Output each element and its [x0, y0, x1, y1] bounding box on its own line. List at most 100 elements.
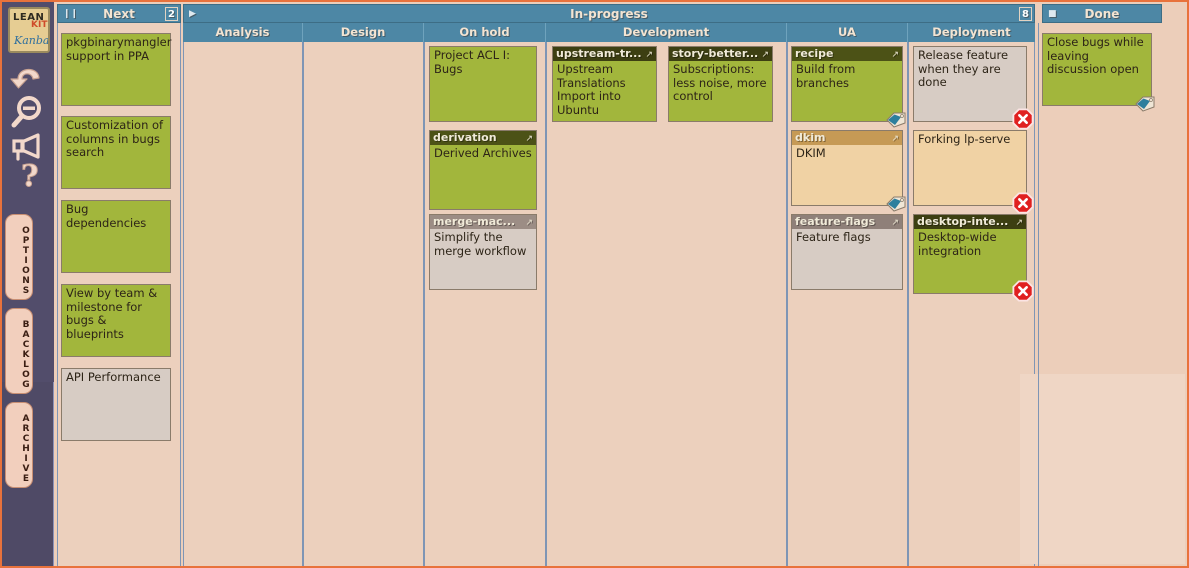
card-body: Subscriptions: less noise, more control [673, 62, 767, 103]
card-body: Simplify the merge workflow [434, 230, 527, 258]
card-title: upstream-tr... [556, 47, 642, 60]
card-header[interactable]: recipe ↗ [792, 47, 902, 61]
card-title: derivation [433, 131, 497, 144]
card-title: merge-mac... [433, 215, 516, 228]
card-recipe[interactable]: recipe ↗ Build from branches [791, 46, 906, 128]
card-header[interactable]: merge-mac... ↗ [430, 215, 536, 229]
sidebar-tab-archive[interactable]: ARCHIVE [5, 402, 33, 488]
logo-kanban-text: Kanban [14, 34, 50, 47]
card-body: Build from branches [796, 62, 856, 90]
lane-stop-icon[interactable]: ■ [1048, 9, 1057, 19]
card-customization-columns[interactable]: Customization of columns in bugs search [61, 116, 171, 189]
tag-icon[interactable] [885, 194, 907, 212]
card-title: desktop-inte... [917, 215, 1009, 228]
svg-text:?: ? [21, 159, 39, 194]
logo-kit-text: KIT [31, 20, 48, 30]
card-body: Bug dependencies [66, 202, 147, 230]
card-derivation[interactable]: derivation ↗ Derived Archives [429, 130, 537, 210]
external-link-icon[interactable]: ↗ [891, 132, 899, 145]
card-forking-lp-serve[interactable]: Forking lp-serve [913, 130, 1034, 214]
column-header-deployment[interactable]: Deployment [908, 23, 1035, 42]
card-header[interactable]: dkim ↗ [792, 131, 902, 145]
lane-title-done: Done [1084, 7, 1120, 21]
lane-pause-icon[interactable]: ❙❙ [63, 9, 78, 19]
card-title: feature-flags [795, 215, 876, 228]
card-body: API Performance [66, 370, 161, 384]
lane-title-inprogress: In-progress [570, 7, 648, 21]
lane-badge-next: 2 [165, 7, 178, 21]
external-link-icon[interactable]: ↗ [891, 216, 899, 229]
blocked-icon[interactable] [1012, 108, 1034, 130]
card-body: Upstream Translations Import into Ubuntu [557, 62, 626, 117]
column-body-analysis [183, 42, 303, 566]
kanban-board-app: LEAN KIT Kanban [0, 0, 1189, 568]
card-title: recipe [795, 47, 834, 60]
help-icon[interactable]: ? [8, 154, 48, 195]
card-feature-flags[interactable]: feature-flags ↗ Feature flags [791, 214, 903, 290]
tag-icon[interactable] [885, 110, 907, 128]
card-body: Project ACL I: Bugs [434, 48, 511, 76]
card-header[interactable]: desktop-inte... ↗ [914, 215, 1026, 229]
column-header-ua[interactable]: UA [787, 23, 908, 42]
sidebar-tab-backlog-label: BACKLOG [21, 319, 31, 390]
external-link-icon[interactable]: ↗ [525, 132, 533, 145]
card-body: DKIM [796, 146, 826, 160]
card-close-bugs[interactable]: Close bugs while leaving discussion open [1042, 33, 1155, 112]
lane-header-inprogress[interactable]: ▶ In-progress 8 [183, 4, 1035, 23]
column-header-design[interactable]: Design [303, 23, 424, 42]
tag-icon[interactable] [1134, 94, 1156, 112]
card-title: story-better... [672, 47, 759, 60]
card-body: Feature flags [796, 230, 871, 244]
lane-header-done[interactable]: ■ Done [1042, 4, 1162, 23]
card-release-feature[interactable]: Release feature when they are done [913, 46, 1034, 130]
card-body: Forking lp-serve [918, 132, 1011, 146]
external-link-icon[interactable]: ↗ [525, 216, 533, 229]
column-header-deployment-label: Deployment [932, 25, 1011, 39]
card-view-by-team[interactable]: View by team & milestone for bugs & blue… [61, 284, 171, 357]
blocked-icon[interactable] [1012, 192, 1034, 214]
column-header-onhold-label: On hold [459, 25, 510, 39]
left-rail: LEAN KIT Kanban [2, 2, 54, 566]
card-header[interactable]: story-better... ↗ [669, 47, 772, 61]
card-story-better-subscriptions[interactable]: story-better... ↗ Subscriptions: less no… [668, 46, 773, 122]
external-link-icon[interactable]: ↗ [645, 48, 653, 61]
card-header[interactable]: upstream-tr... ↗ [553, 47, 656, 61]
card-dkim[interactable]: dkim ↗ DKIM [791, 130, 906, 212]
card-body: Release feature when they are done [918, 48, 1009, 89]
lane-header-next[interactable]: ❙❙ Next 2 [57, 4, 181, 23]
external-link-icon[interactable]: ↗ [891, 48, 899, 61]
column-header-design-label: Design [340, 25, 386, 39]
column-header-analysis-label: Analysis [215, 25, 270, 39]
lane-badge-inprogress: 8 [1019, 7, 1032, 21]
card-body: Customization of columns in bugs search [66, 118, 164, 159]
card-project-acl-bugs[interactable]: Project ACL I: Bugs [429, 46, 537, 122]
card-body: pkgbinarymangler support in PPA [66, 35, 172, 63]
leankit-logo[interactable]: LEAN KIT Kanban [8, 7, 50, 53]
card-api-performance[interactable]: API Performance [61, 368, 171, 441]
column-body-design [303, 42, 424, 566]
external-link-icon[interactable]: ↗ [1015, 216, 1023, 229]
sidebar-tab-options[interactable]: OPTIONS [5, 214, 33, 300]
card-body: Derived Archives [434, 146, 532, 160]
card-pkgbinarymangler[interactable]: pkgbinarymangler support in PPA [61, 33, 171, 106]
column-header-onhold[interactable]: On hold [424, 23, 546, 42]
card-bug-dependencies[interactable]: Bug dependencies [61, 200, 171, 273]
column-header-ua-label: UA [838, 25, 856, 39]
undo-icon[interactable] [8, 57, 48, 97]
column-header-analysis[interactable]: Analysis [183, 23, 303, 42]
lane-collapse-icon[interactable]: ▶ [189, 9, 196, 19]
card-body: View by team & milestone for bugs & blue… [66, 286, 158, 341]
sidebar-tab-backlog[interactable]: BACKLOG [5, 308, 33, 394]
card-desktop-integration[interactable]: desktop-inte... ↗ Desktop-wide integrati… [913, 214, 1034, 302]
external-link-icon[interactable]: ↗ [761, 48, 769, 61]
card-body: Desktop-wide integration [918, 230, 997, 258]
card-body: Close bugs while leaving discussion open [1047, 35, 1144, 76]
blocked-icon[interactable] [1012, 280, 1034, 302]
column-header-development[interactable]: Development [546, 23, 787, 42]
card-merge-machine[interactable]: merge-mac... ↗ Simplify the merge workfl… [429, 214, 537, 290]
card-title: dkim [795, 131, 826, 144]
card-upstream-translations[interactable]: upstream-tr... ↗ Upstream Translations I… [552, 46, 657, 122]
card-header[interactable]: derivation ↗ [430, 131, 536, 145]
card-header[interactable]: feature-flags ↗ [792, 215, 902, 229]
zoom-out-icon[interactable] [8, 92, 48, 132]
